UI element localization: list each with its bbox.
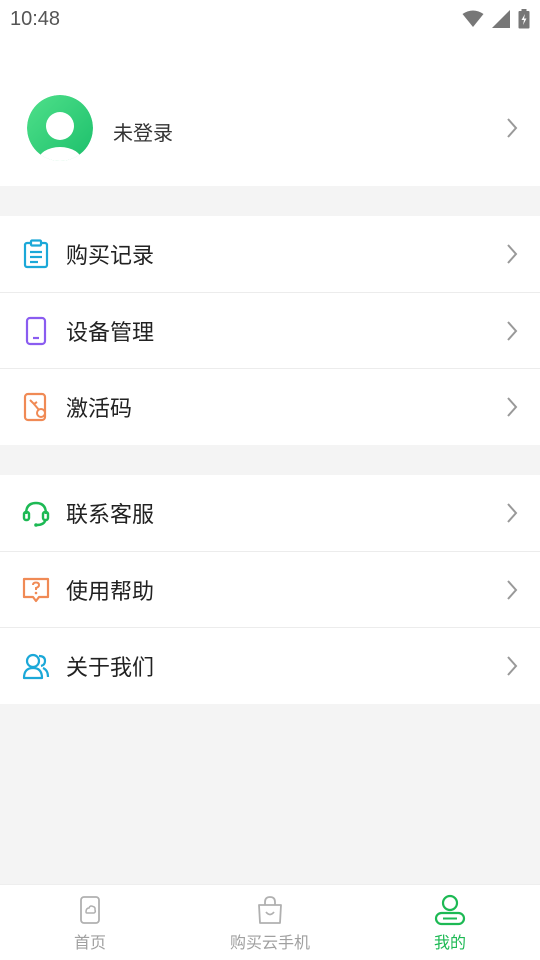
wifi-icon: [462, 10, 484, 27]
menu-group-support: 联系客服 使用帮助 关于我们: [0, 475, 540, 704]
tab-label: 首页: [73, 933, 106, 952]
tab-label: 我的: [433, 933, 466, 952]
menu-item-purchase-records[interactable]: 购买记录: [0, 216, 540, 292]
menu-item-label: 关于我们: [66, 655, 155, 681]
login-status-label: 未登录: [113, 121, 173, 145]
menu-group-orders: 购买记录 设备管理 激活码: [0, 216, 540, 445]
tab-buy-cloud-phone[interactable]: 购买云手机: [180, 885, 360, 960]
status-icons: [462, 9, 530, 29]
activation-code-icon: [22, 392, 50, 422]
shopping-bag-icon: [253, 893, 287, 927]
bottom-tab-bar: 首页 购买云手机 我的: [0, 884, 540, 960]
headset-icon: [22, 498, 50, 528]
chevron-right-icon: [507, 118, 518, 138]
chevron-right-icon: [507, 579, 518, 600]
phone-device-icon: [22, 316, 50, 346]
chevron-right-icon: [507, 396, 518, 417]
menu-item-label: 设备管理: [66, 320, 155, 346]
chevron-right-icon: [507, 320, 518, 341]
menu-item-help[interactable]: 使用帮助: [0, 551, 540, 627]
menu-item-about-us[interactable]: 关于我们: [0, 627, 540, 703]
chevron-right-icon: [507, 655, 518, 676]
home-phone-icon: [73, 893, 107, 927]
tab-home[interactable]: 首页: [0, 885, 180, 960]
battery-charging-icon: [518, 9, 530, 29]
menu-item-activation-code[interactable]: 激活码: [0, 368, 540, 444]
menu-item-label: 使用帮助: [66, 579, 155, 605]
menu-item-label: 购买记录: [66, 244, 155, 269]
help-icon: [22, 575, 50, 605]
menu-item-label: 激活码: [66, 396, 133, 422]
profile-icon: [433, 893, 467, 927]
status-time: 10:48: [10, 7, 61, 30]
profile-header[interactable]: 未登录: [0, 38, 540, 186]
cellular-signal-icon: [492, 10, 510, 28]
tab-mine[interactable]: 我的: [360, 885, 540, 960]
chevron-right-icon: [507, 244, 518, 264]
menu-item-customer-service[interactable]: 联系客服: [0, 475, 540, 551]
menu-item-label: 联系客服: [66, 503, 155, 528]
tab-label: 购买云手机: [229, 933, 310, 952]
users-icon: [22, 651, 50, 681]
status-bar: 10:48: [0, 0, 540, 38]
menu-item-device-management[interactable]: 设备管理: [0, 292, 540, 368]
chevron-right-icon: [507, 503, 518, 523]
clipboard-icon: [22, 239, 50, 269]
avatar-icon: [27, 95, 93, 161]
